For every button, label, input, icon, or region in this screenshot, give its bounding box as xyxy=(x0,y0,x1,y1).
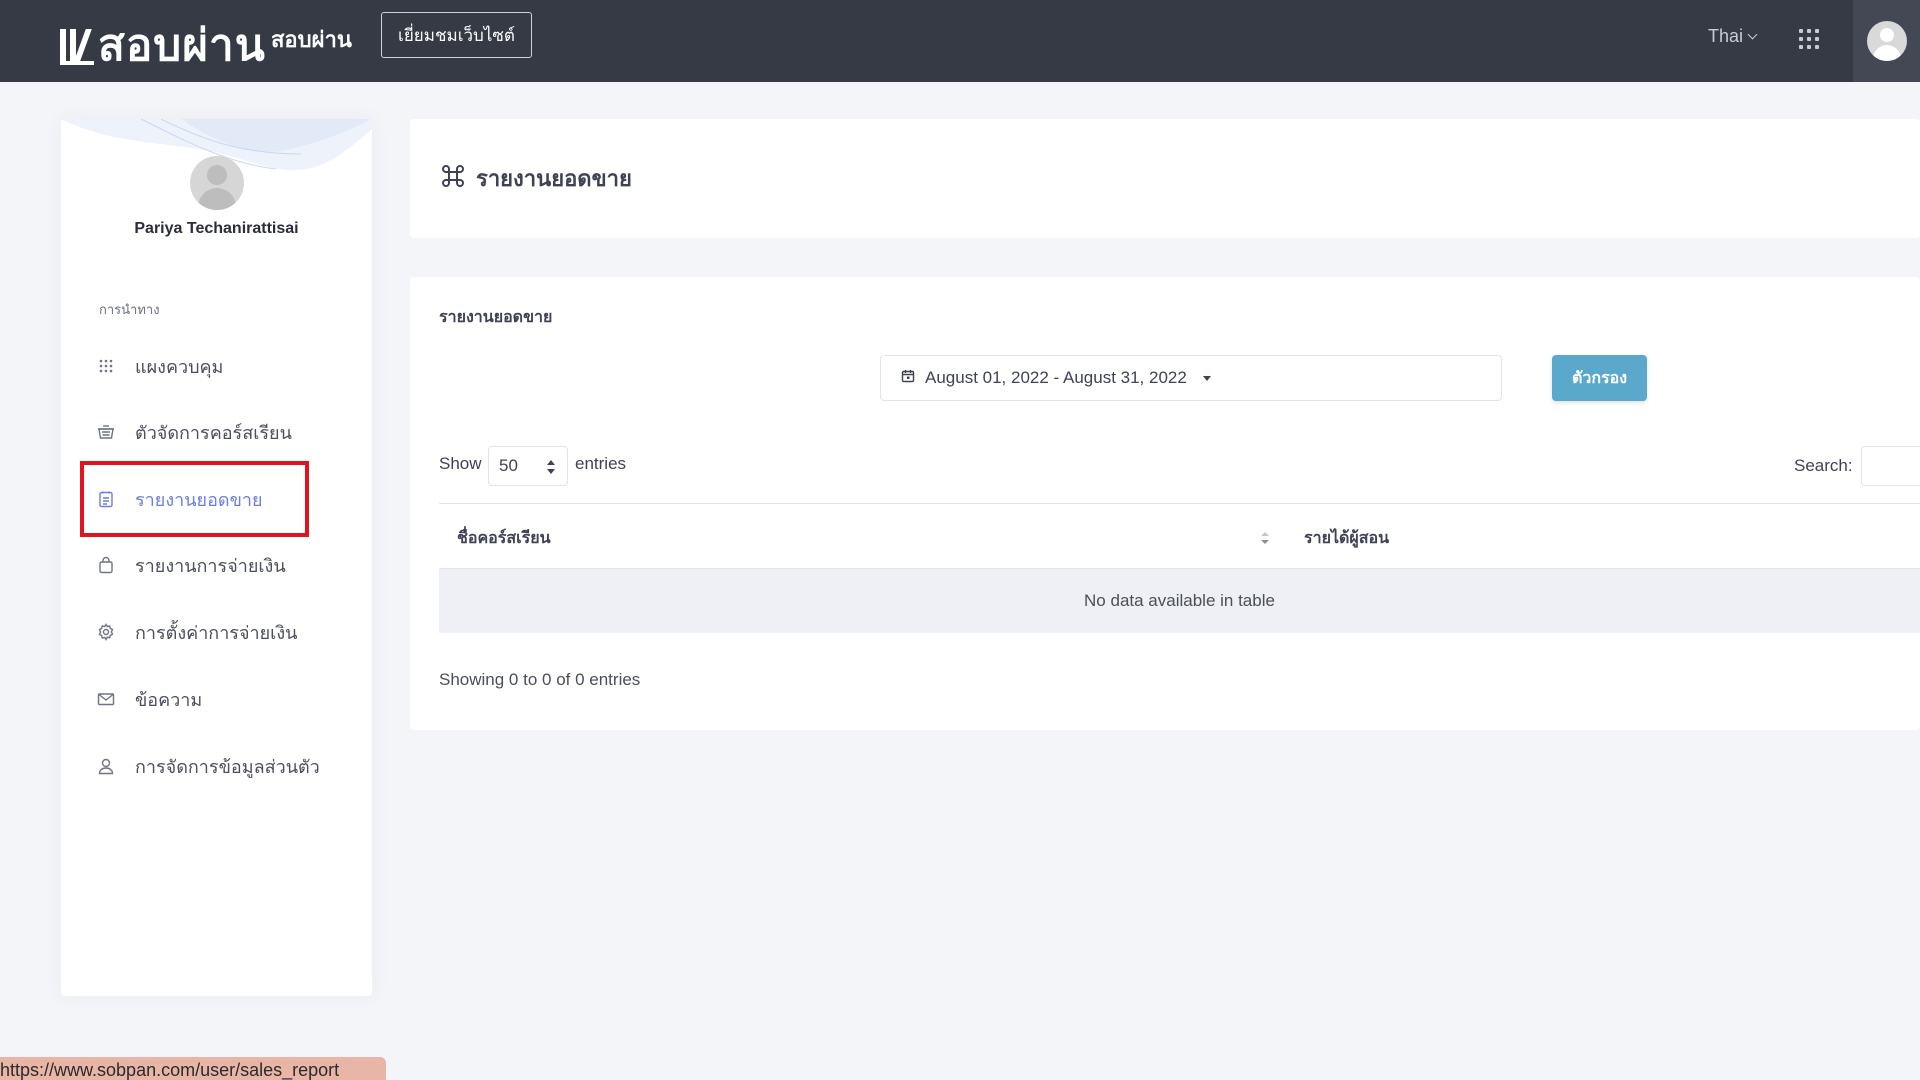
column-header-instructor-income[interactable]: รายได้ผู้สอน xyxy=(1304,526,1389,551)
brand-name: สอบผ่าน xyxy=(271,27,352,52)
table-info: Showing 0 to 0 of 0 entries xyxy=(439,670,641,689)
sidebar-item-label: รายงานการจ่ายเงิน xyxy=(135,555,286,576)
bag-icon xyxy=(97,556,115,574)
column-header-course[interactable]: ชื่อคอร์สเรียน xyxy=(457,526,551,551)
user-name: Pariya Techanirattisai xyxy=(134,220,299,237)
sidebar-item-course-manager[interactable]: ตัวจัดการคอร์สเรียน xyxy=(97,412,292,452)
apps-grid-icon[interactable] xyxy=(1799,29,1819,49)
table-header: ชื่อคอร์สเรียน รายได้ผู้สอน xyxy=(439,503,1920,569)
visit-site-button[interactable]: เยี่ยมชมเว็บไซต์ xyxy=(381,12,532,58)
report-card: รายงานยอดขาย August 01, 2022 - August 31… xyxy=(410,277,1920,730)
sidebar-item-dashboard[interactable]: แผงควบคุม xyxy=(97,346,223,386)
status-url-bar: https://www.sobpan.com/user/sales_report xyxy=(0,1057,386,1080)
page-size-value: 50 xyxy=(499,456,518,475)
calendar-icon xyxy=(901,368,915,388)
nav-heading: การนำทาง xyxy=(99,302,160,317)
command-icon xyxy=(440,163,466,195)
caret-down-icon xyxy=(1202,375,1211,381)
empty-table-text: No data available in table xyxy=(1084,591,1275,610)
page-title-text: รายงานยอดขาย xyxy=(476,166,632,191)
sidebar-item-label: ตัวจัดการคอร์สเรียน xyxy=(135,422,292,443)
gear-icon xyxy=(97,623,115,641)
search-label: Search: xyxy=(1794,456,1853,475)
page-title: รายงานยอดขาย xyxy=(440,161,632,196)
grid-dots-icon xyxy=(97,357,115,375)
date-range-picker[interactable]: August 01, 2022 - August 31, 2022 xyxy=(880,355,1502,401)
report-subtitle: รายงานยอดขาย xyxy=(439,309,553,326)
page-header-card: รายงานยอดขาย xyxy=(410,119,1920,238)
top-navbar: สอบผ่าน สอบผ่าน เยี่ยมชมเว็บไซต์ Thai xyxy=(0,0,1920,82)
sidebar-item-payment-report[interactable]: รายงานการจ่ายเงิน xyxy=(97,545,286,585)
sales-table: ชื่อคอร์สเรียน รายได้ผู้สอน No data avai… xyxy=(439,503,1920,633)
sidebar-item-label: การตั้งค่าการจ่ายเงิน xyxy=(135,622,298,643)
sidebar-item-payment-settings[interactable]: การตั้งค่าการจ่ายเงิน xyxy=(97,612,297,652)
profile-avatar xyxy=(190,156,244,210)
mail-icon xyxy=(97,690,115,708)
sidebar-item-messages[interactable]: ข้อความ xyxy=(97,679,202,719)
show-label: Show xyxy=(439,454,482,473)
site-logo[interactable]: สอบผ่าน xyxy=(60,10,266,80)
sidebar-item-label: การจัดการข้อมูลส่วนตัว xyxy=(135,756,320,777)
user-menu[interactable] xyxy=(1853,0,1920,82)
logo-text: สอบผ่าน xyxy=(98,21,266,70)
sidebar: Pariya Techanirattisai การนำทาง แผงควบคุ… xyxy=(61,119,372,996)
avatar xyxy=(1866,21,1907,61)
sidebar-item-label: ข้อความ xyxy=(135,689,203,710)
chevron-down-icon xyxy=(1747,29,1758,40)
language-label: Thai xyxy=(1708,26,1744,46)
user-icon xyxy=(97,757,115,775)
filter-button[interactable]: ตัวกรอง xyxy=(1552,355,1647,401)
table-row: No data available in table xyxy=(439,569,1920,633)
sidebar-item-profile[interactable]: การจัดการข้อมูลส่วนตัว xyxy=(97,746,320,786)
language-selector[interactable]: Thai xyxy=(1708,26,1758,47)
basket-icon xyxy=(97,423,115,441)
page-size-select[interactable]: 50 xyxy=(488,446,568,486)
date-range-value: August 01, 2022 - August 31, 2022 xyxy=(925,368,1187,387)
sidebar-item-label: แผงควบคุม xyxy=(135,356,224,377)
logo-mark-icon xyxy=(60,25,94,65)
select-arrows-icon xyxy=(547,460,555,474)
search-input[interactable] xyxy=(1861,446,1920,486)
highlight-box xyxy=(80,461,309,537)
entries-label: entries xyxy=(575,454,627,473)
sort-icon[interactable] xyxy=(1261,532,1269,544)
